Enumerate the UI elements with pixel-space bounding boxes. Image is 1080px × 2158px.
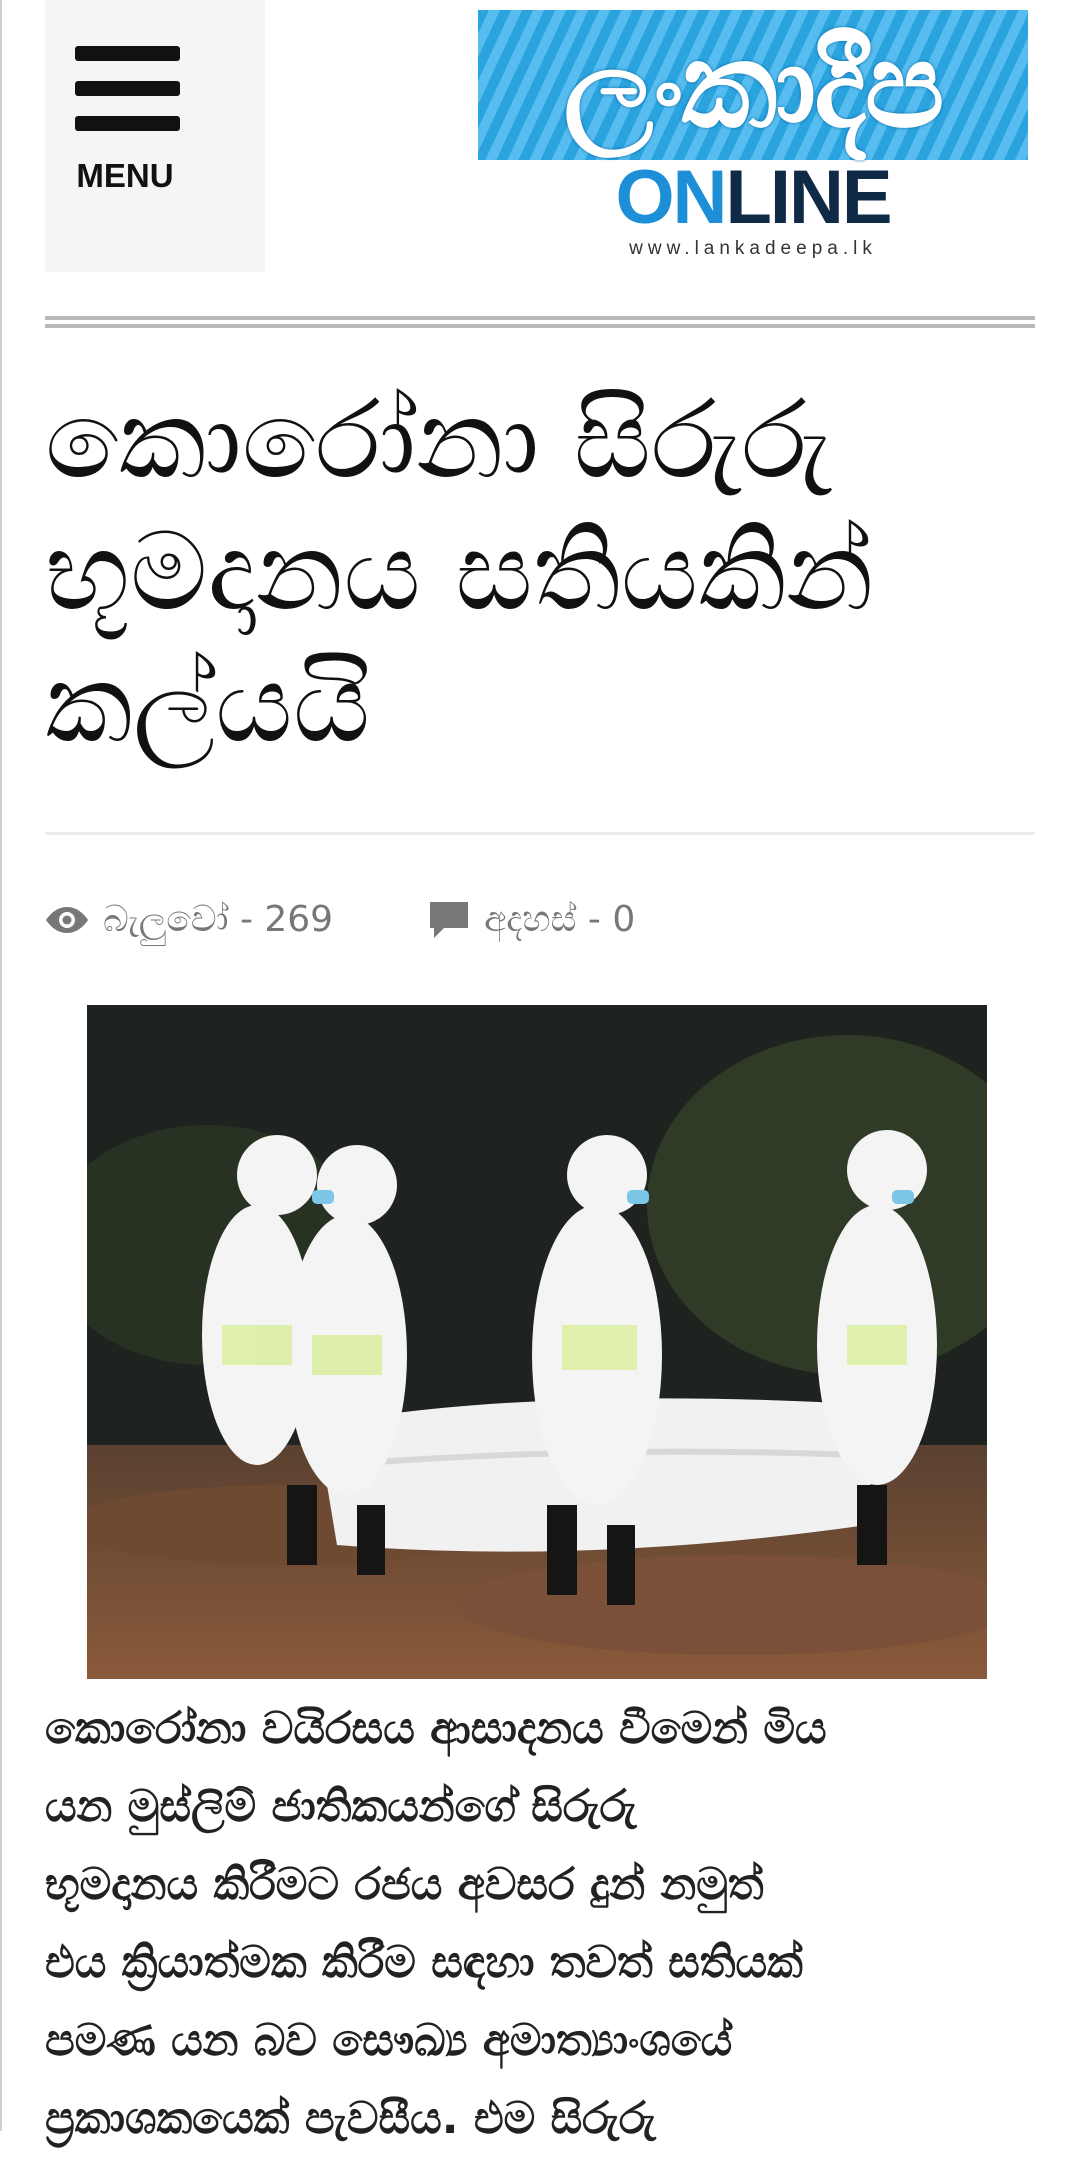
logo-online-on: ON [615, 155, 727, 240]
body-line: කොරෝනා වයිරසය ආසාදනය වීමෙන් මිය [45, 1703, 827, 1754]
title-line: කල්යයි [45, 642, 371, 767]
body-line: යන මුස්ලිම් ජාතිකයන්ගේ සිරුරු [45, 1781, 637, 1832]
article-body: කොරෝනා වයිරසය ආසාදනය වීමෙන් මිය යන මුස්ල… [45, 1690, 1045, 2158]
menu-label: MENU [76, 157, 174, 194]
body-line: එය ක්‍රියාත්මක කිරීම සඳහා තවත් සතියක් [45, 1937, 803, 1988]
logo-online-text: ONLINE [478, 160, 1028, 236]
eye-icon [46, 907, 88, 933]
body-line: පමණ යන බව සෞඛ්‍ය අමාත්‍යාංශයේ [45, 2015, 733, 2066]
page-left-border [0, 0, 2, 2131]
title-divider [45, 832, 1035, 835]
hamburger-icon [75, 46, 180, 151]
header-divider [45, 316, 1035, 328]
logo-online-line: LINE [725, 155, 892, 240]
comment-icon [430, 902, 469, 938]
article-photo [87, 1005, 987, 1679]
body-line: ප්‍රකාශකයෙක් පැවසීය. එම සිරුරු [45, 2093, 656, 2144]
article-meta: බැලුවෝ - 269 අදහස් - 0 [45, 890, 635, 950]
article-title: කොරෝනා සිරුරු භූමදානය සතියකින් කල්යයි [45, 375, 1045, 771]
logo-url: www.lankadeepa.lk [629, 238, 877, 259]
logo-banner: ලංකාදීප [478, 10, 1028, 160]
logo-script-text: ලංකාදීප [563, 16, 945, 154]
views-count: බැලුවෝ - 269 [45, 899, 333, 941]
views-label: බැලුවෝ - 269 [103, 899, 334, 940]
title-line: කොරෝනා සිරුරු [45, 378, 832, 503]
comments-count[interactable]: අදහස් - 0 [428, 899, 635, 941]
menu-button[interactable]: MENU [45, 0, 265, 272]
title-line: භූමදානය සතියකින් [45, 510, 874, 635]
comments-label: අදහස් - 0 [484, 899, 636, 940]
site-header: MENU ලංකාදීප ONLINE www.lankadeepa.lk [0, 0, 1080, 300]
body-line: භූමදානය කිරීමට රජය අවසර දුන් නමුත් [45, 1859, 764, 1910]
site-logo[interactable]: ලංකාදීප ONLINE www.lankadeepa.lk [478, 10, 1028, 265]
photo-illustration [87, 1005, 987, 1679]
